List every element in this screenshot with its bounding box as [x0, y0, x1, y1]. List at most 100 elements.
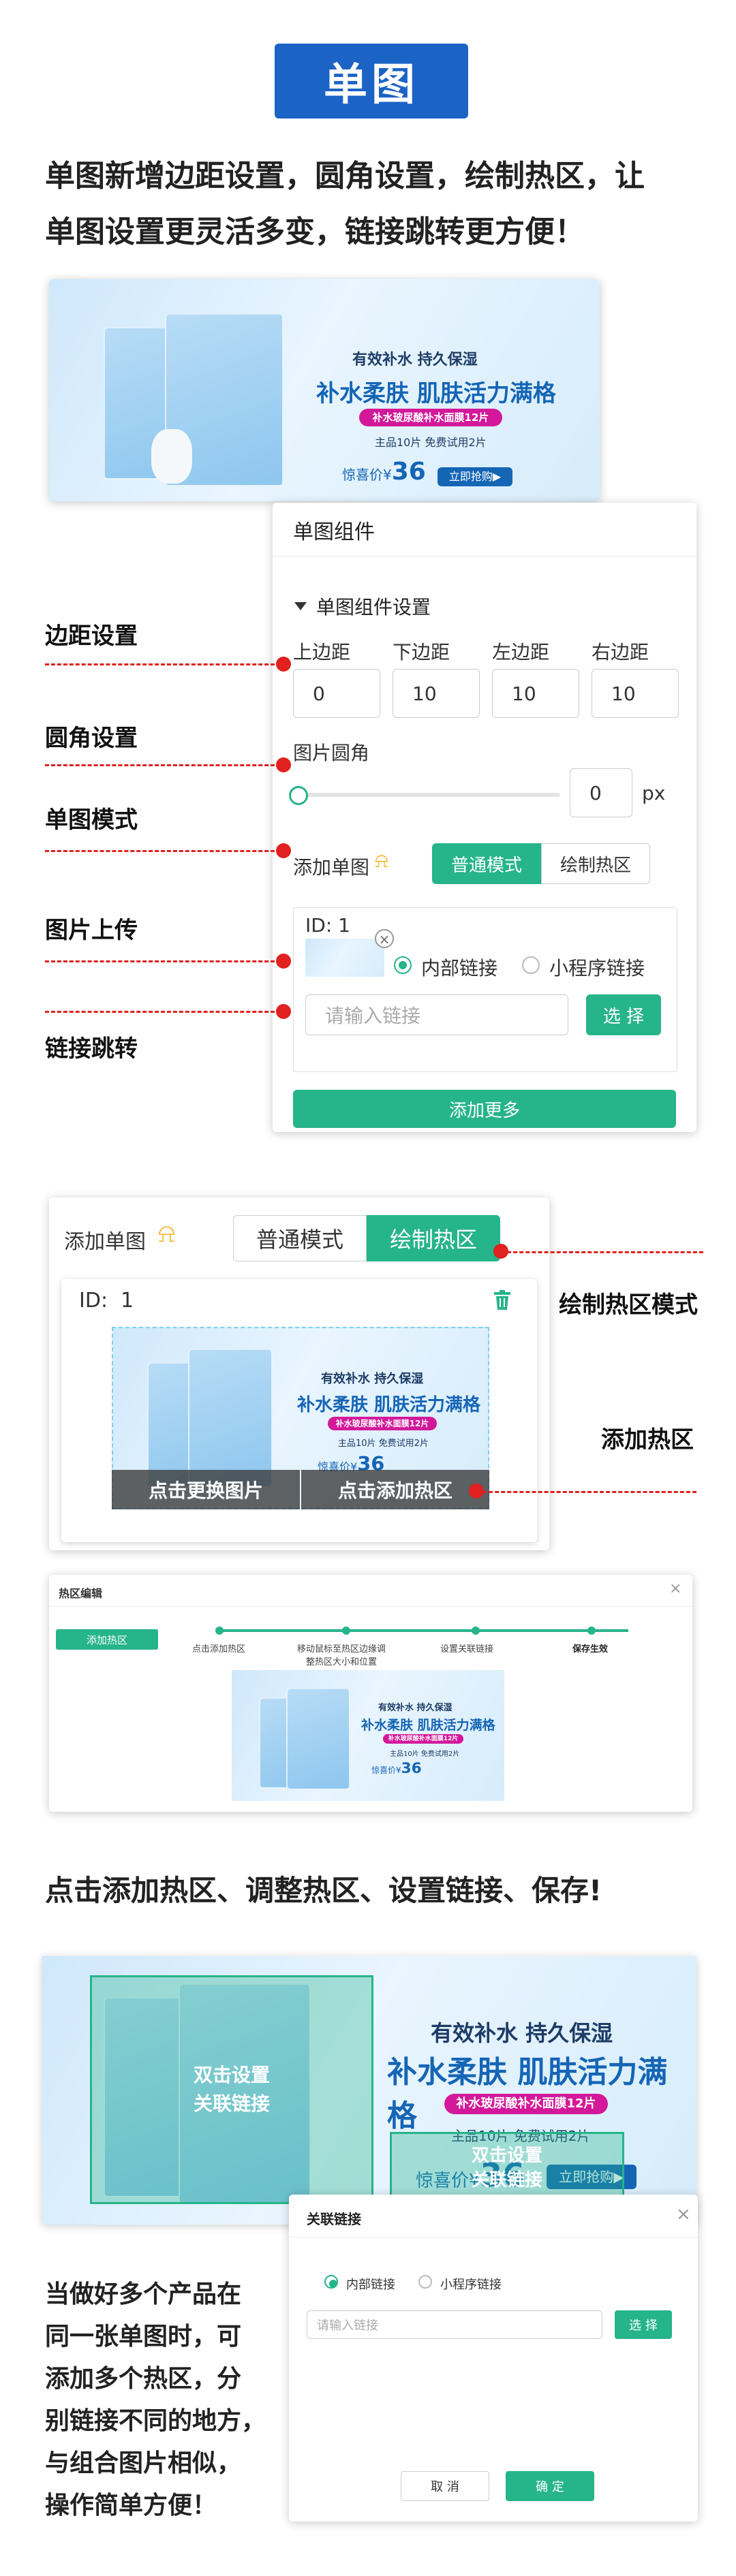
margin-bottom-label: 下边距 — [393, 641, 450, 663]
description-line: 与组合图片相似， — [45, 2449, 242, 2477]
banner-pill: 补水玻尿酸补水面膜12片 — [444, 2094, 608, 2114]
link-input[interactable]: 请输入链接 — [305, 994, 568, 1035]
margin-top-input[interactable]: 0 — [293, 669, 380, 718]
close-icon[interactable]: × — [676, 2204, 691, 2225]
mini-link-label: 小程序链接 — [440, 2278, 502, 2292]
bottom-description: 当做好多个产品在 同一张单图时，可 添加多个热区，分 别链接不同的地方， 与组合… — [45, 2274, 266, 2527]
description-line: 别链接不同的地方， — [45, 2407, 266, 2435]
section-header[interactable]: 单图组件设置 — [294, 593, 431, 620]
radio-internal-link[interactable] — [394, 956, 412, 974]
hotspot-region-text: 双击设置 关联链接 — [193, 2064, 270, 2115]
intro-line-2: 单图设置更灵活多变，链接跳转更方便！ — [45, 215, 585, 249]
annotation-dot — [276, 843, 291, 858]
banner-headline: 补水柔肤 肌肤活力满格 — [387, 2055, 668, 2133]
banner-price: 惊喜价¥36 — [342, 458, 426, 486]
step-dot — [342, 1627, 350, 1635]
change-image-button[interactable]: 点击更换图片 — [112, 1470, 300, 1509]
hotspot-region-2[interactable]: 双击设置 关联链接 — [390, 2132, 624, 2204]
radio-mini-link[interactable] — [522, 956, 540, 974]
annotation-mode: 单图模式 — [45, 806, 138, 834]
margin-right-input[interactable]: 10 — [592, 669, 679, 718]
description-line: 同一张单图时，可 — [45, 2323, 242, 2351]
remove-thumbnail-icon[interactable]: × — [375, 929, 394, 948]
hotspot-region-1[interactable]: 双击设置 关联链接 — [90, 1975, 373, 2204]
item-id-label: ID: — [305, 914, 333, 937]
step-dot — [587, 1627, 596, 1635]
product-pack — [188, 1349, 273, 1488]
annotation-margin: 边距设置 — [45, 623, 138, 650]
margin-top-label: 上边距 — [293, 641, 351, 663]
radius-input[interactable]: 0 — [570, 768, 632, 817]
banner-subtitle: 有效补水 持久保湿 — [431, 2020, 613, 2046]
banner-offer: 主品10片 免费试用2片 — [375, 436, 487, 449]
editor-title: 热区编辑 — [59, 1587, 103, 1600]
banner-subtitle: 有效补水 持久保湿 — [352, 351, 478, 368]
price-value: 36 — [391, 458, 426, 486]
mode-hotspot-tab[interactable]: 绘制热区 — [367, 1215, 500, 1261]
price-label: 惊喜价¥ — [342, 467, 392, 483]
description-line: 当做好多个产品在 — [45, 2280, 242, 2308]
radius-slider-handle[interactable] — [289, 786, 308, 805]
image-item-card — [293, 907, 677, 1072]
annotation-dot — [276, 757, 291, 772]
select-link-button[interactable]: 选 择 — [586, 994, 661, 1035]
add-more-button[interactable]: 添加更多 — [293, 1090, 676, 1128]
radius-label: 图片圆角 — [293, 742, 370, 764]
annotation-line — [45, 960, 281, 962]
caret-down-icon — [294, 602, 307, 610]
product-pack — [286, 1688, 350, 1790]
single-image-panel: 单图组件 单图组件设置 上边距 下边距 左边距 右边距 0 10 10 10 图… — [273, 503, 696, 1132]
banner-price: 惊喜价¥36 — [371, 1760, 422, 1777]
banner-pill: 补水玻尿酸补水面膜12片 — [383, 1734, 463, 1744]
mode-normal-tab[interactable]: 普通模式 — [233, 1215, 367, 1261]
intro-text: 单图新增边距设置，圆角设置，绘制热区，让 单图设置更灵活多变，链接跳转更方便！ — [45, 148, 699, 260]
close-icon[interactable]: × — [669, 1580, 681, 1597]
editor-image[interactable]: 有效补水 持久保湿 补水柔肤 肌肤活力满格 补水玻尿酸补水面膜12片 主品10片… — [232, 1670, 504, 1801]
radio-mini-link[interactable] — [418, 2275, 432, 2289]
item-id-value: 1 — [338, 914, 350, 937]
banner-pill: 补水玻尿酸补水面膜12片 — [328, 1417, 437, 1430]
annotation-line — [45, 764, 281, 766]
radius-slider-track[interactable] — [293, 793, 560, 797]
radio-internal-link[interactable] — [324, 2275, 338, 2289]
select-link-button[interactable]: 选 择 — [615, 2310, 672, 2339]
margin-bottom-input[interactable]: 10 — [393, 669, 480, 718]
item-thumbnail[interactable] — [305, 939, 384, 977]
step-dot — [472, 1627, 480, 1635]
annotation-dot — [276, 954, 291, 969]
annotation-line — [45, 1011, 281, 1013]
link-dialog: 关联链接 × 内部链接 小程序链接 请输入链接 选 择 取 消 确 定 — [289, 2195, 698, 2522]
hotspot-editor-dialog: 热区编辑 × 添加热区 点击添加热区 移动鼠标至热区边缘调 整热区大小和位置 设… — [49, 1575, 692, 1812]
banner-buy-button: 立即抢购▶ — [438, 467, 512, 486]
mode-normal-tab[interactable]: 普通模式 — [432, 843, 541, 884]
bell-icon: ⍾ — [375, 849, 388, 873]
trash-icon[interactable] — [493, 1290, 511, 1310]
margin-left-label: 左边距 — [492, 641, 550, 663]
price-value: 36 — [401, 1760, 422, 1777]
cancel-button[interactable]: 取 消 — [401, 2471, 489, 2501]
banner-pill: 补水玻尿酸补水面膜12片 — [359, 409, 502, 426]
annotation-dot — [276, 657, 291, 672]
step-label: 设置关联链接 — [440, 1644, 494, 1654]
banner-subtitle: 有效补水 持久保湿 — [321, 1372, 424, 1386]
annotation-line — [45, 663, 281, 665]
add-hotspot-button[interactable]: 点击添加热区 — [301, 1470, 489, 1509]
annotation-dot — [493, 1244, 508, 1259]
annotation-line — [45, 850, 281, 852]
annotation-dot — [276, 1004, 291, 1019]
margin-right-label: 右边距 — [592, 641, 649, 663]
add-image-label: 添加单图 — [293, 856, 370, 879]
mode-hotspot-tab[interactable]: 绘制热区 — [541, 843, 650, 884]
banner-offer: 主品10片 免费试用2片 — [338, 1439, 429, 1449]
banner-headline: 补水柔肤 肌肤活力满格 — [316, 380, 556, 407]
editor-add-hotspot-button[interactable]: 添加热区 — [56, 1629, 158, 1650]
banner-headline: 补水柔肤 肌肤活力满格 — [361, 1718, 495, 1733]
margin-left-input[interactable]: 10 — [492, 669, 579, 718]
link-input[interactable]: 请输入链接 — [307, 2310, 602, 2339]
confirm-button[interactable]: 确 定 — [506, 2471, 594, 2501]
annotation-link: 链接跳转 — [45, 1035, 138, 1063]
section-title: 单图组件设置 — [316, 596, 431, 618]
annotation-add-hotspot: 添加热区 — [601, 1426, 694, 1454]
face-mask-image — [151, 429, 192, 484]
step-label: 点击添加热区 — [192, 1644, 246, 1654]
